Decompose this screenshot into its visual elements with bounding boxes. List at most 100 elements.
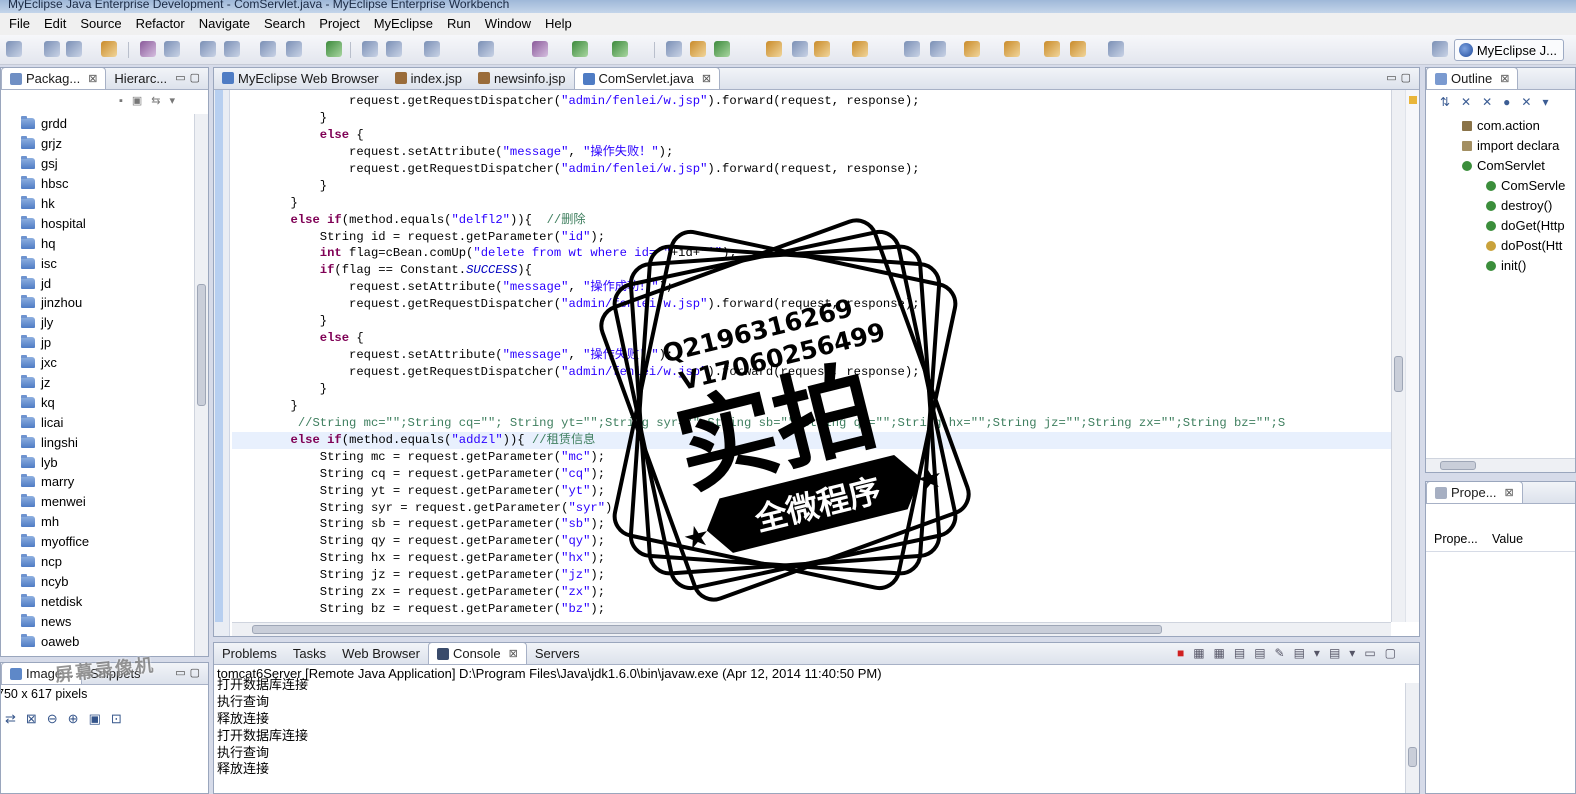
outline-method[interactable]: doGet(Http xyxy=(1486,218,1565,233)
tree-item[interactable]: lingshi xyxy=(1,432,194,452)
next-annotation-icon[interactable] xyxy=(964,41,980,57)
outline-imports[interactable]: import declara xyxy=(1462,138,1559,153)
edit-icon[interactable] xyxy=(852,41,868,57)
menu-item-run[interactable]: Run xyxy=(440,14,478,34)
tree-item[interactable]: grjz xyxy=(1,134,194,154)
menu-item-search[interactable]: Search xyxy=(257,14,312,34)
print-icon[interactable] xyxy=(66,41,82,57)
deploy-icon[interactable] xyxy=(200,41,216,57)
outline-class[interactable]: ComServlet xyxy=(1462,158,1545,173)
open-type-icon[interactable] xyxy=(260,41,276,57)
nav-back-icon[interactable] xyxy=(1070,41,1086,57)
editor-vscroll[interactable] xyxy=(1391,90,1405,622)
new-icon[interactable] xyxy=(6,41,22,57)
tab-editor-file[interactable]: ComServlet.java ⊠ xyxy=(573,68,721,89)
tab-editor-file[interactable]: MyEclipse Web Browser xyxy=(214,68,387,89)
console-output[interactable]: tomcat6Server [Remote Java Application] … xyxy=(217,665,1403,793)
value-column-header[interactable]: Value xyxy=(1492,532,1523,551)
outline-toolbar[interactable]: ⇅✕✕●✕▾ xyxy=(1440,95,1560,109)
server-icon[interactable] xyxy=(164,41,180,57)
tree-item[interactable]: hk xyxy=(1,194,194,214)
perspective-switcher[interactable]: MyEclipse J... xyxy=(1453,39,1564,61)
menu-item-myeclipse[interactable]: MyEclipse xyxy=(367,14,440,34)
tree-item[interactable]: kq xyxy=(1,392,194,412)
tree-item[interactable]: jp xyxy=(1,333,194,353)
menu-item-window[interactable]: Window xyxy=(478,14,538,34)
tab-image[interactable]: Image... xyxy=(1,663,82,684)
tree-item[interactable]: hbsc xyxy=(1,174,194,194)
menu-item-edit[interactable]: Edit xyxy=(37,14,73,34)
tab-editor-file[interactable]: index.jsp xyxy=(387,68,470,89)
explorer-scrollbar[interactable] xyxy=(194,114,208,656)
outline-method[interactable]: doPost(Htt xyxy=(1486,238,1562,253)
tab-properties[interactable]: Prope... ⊠ xyxy=(1426,482,1523,503)
tree-item[interactable]: oaweb xyxy=(1,631,194,651)
tree-item[interactable]: jz xyxy=(1,373,194,393)
nav-forward-icon[interactable] xyxy=(1108,41,1124,57)
outline-hscroll[interactable] xyxy=(1426,458,1575,472)
tab-editor-file[interactable]: newsinfo.jsp xyxy=(470,68,574,89)
property-column-header[interactable]: Prope... xyxy=(1426,532,1492,551)
code-area[interactable]: request.getRequestDispatcher("admin/fenl… xyxy=(232,93,1391,622)
tree-item[interactable]: jd xyxy=(1,273,194,293)
back-icon[interactable] xyxy=(362,41,378,57)
tree-item[interactable]: jly xyxy=(1,313,194,333)
tree-item[interactable]: grdd xyxy=(1,114,194,134)
menu-item-refactor[interactable]: Refactor xyxy=(129,14,192,34)
prev-annotation-icon[interactable] xyxy=(1004,41,1020,57)
tree-item[interactable]: marry xyxy=(1,472,194,492)
outline-constructor[interactable]: ComServle xyxy=(1486,178,1565,193)
view-controls[interactable]: ▭▢ xyxy=(175,666,204,679)
gear-icon[interactable] xyxy=(140,41,156,57)
menu-item-help[interactable]: Help xyxy=(538,14,579,34)
toggle-view-icon[interactable] xyxy=(904,41,920,57)
tree-item[interactable]: isc xyxy=(1,253,194,273)
close-icon[interactable]: ⊠ xyxy=(1500,72,1509,85)
outline-method[interactable]: destroy() xyxy=(1486,198,1552,213)
open-resource-icon[interactable] xyxy=(286,41,302,57)
deploy-all-icon[interactable] xyxy=(224,41,240,57)
refresh-icon[interactable] xyxy=(714,41,730,57)
tab-outline[interactable]: Outline ⊠ xyxy=(1426,68,1519,89)
tree-item[interactable]: menwei xyxy=(1,492,194,512)
tab-snippets[interactable]: Snippets xyxy=(82,663,149,684)
package-icon[interactable] xyxy=(814,41,830,57)
tab-problems[interactable]: Problems xyxy=(214,643,285,664)
tree-item[interactable]: news xyxy=(1,611,194,631)
save-icon[interactable] xyxy=(44,41,60,57)
tree-item[interactable]: ncyb xyxy=(1,571,194,591)
tree-item[interactable]: hq xyxy=(1,233,194,253)
open-perspective-icon[interactable] xyxy=(1432,41,1448,57)
menu-item-file[interactable]: File xyxy=(2,14,37,34)
tree-item[interactable]: licai xyxy=(1,412,194,432)
tree-item[interactable]: mh xyxy=(1,512,194,532)
tree-item[interactable]: jinzhou xyxy=(1,293,194,313)
tree-item[interactable]: myoffice xyxy=(1,532,194,552)
close-icon[interactable]: ⊠ xyxy=(88,72,97,85)
run-icon[interactable] xyxy=(572,41,588,57)
tab-servers[interactable]: Servers xyxy=(527,643,588,664)
outline-method[interactable]: init() xyxy=(1486,258,1526,273)
tree-item[interactable]: netdisk xyxy=(1,591,194,611)
new-class-icon[interactable] xyxy=(478,41,494,57)
tab-hierarchy[interactable]: Hierarc... xyxy=(106,68,175,89)
last-edit-icon[interactable] xyxy=(1044,41,1060,57)
overview-ruler[interactable] xyxy=(1405,90,1419,622)
external-tools-icon[interactable] xyxy=(612,41,628,57)
outline-package[interactable]: com.action xyxy=(1462,118,1540,133)
task-icon[interactable] xyxy=(690,41,706,57)
view-controls[interactable]: ▭▢ xyxy=(1386,71,1415,84)
tree-item[interactable]: gsj xyxy=(1,154,194,174)
view-controls[interactable]: ▭▢ xyxy=(175,71,204,84)
debug-icon[interactable] xyxy=(532,41,548,57)
layout-icon[interactable] xyxy=(930,41,946,57)
console-scrollbar[interactable] xyxy=(1405,683,1419,793)
tab-package-explorer[interactable]: Packag... ⊠ xyxy=(1,68,107,89)
menu-item-source[interactable]: Source xyxy=(73,14,128,34)
tab-web-browser[interactable]: Web Browser xyxy=(334,643,428,664)
close-icon[interactable]: ⊠ xyxy=(509,647,518,660)
editor-hscroll[interactable] xyxy=(232,622,1391,636)
menu-item-navigate[interactable]: Navigate xyxy=(192,14,257,34)
monitor-icon[interactable] xyxy=(424,41,440,57)
folder-open-icon[interactable] xyxy=(766,41,782,57)
